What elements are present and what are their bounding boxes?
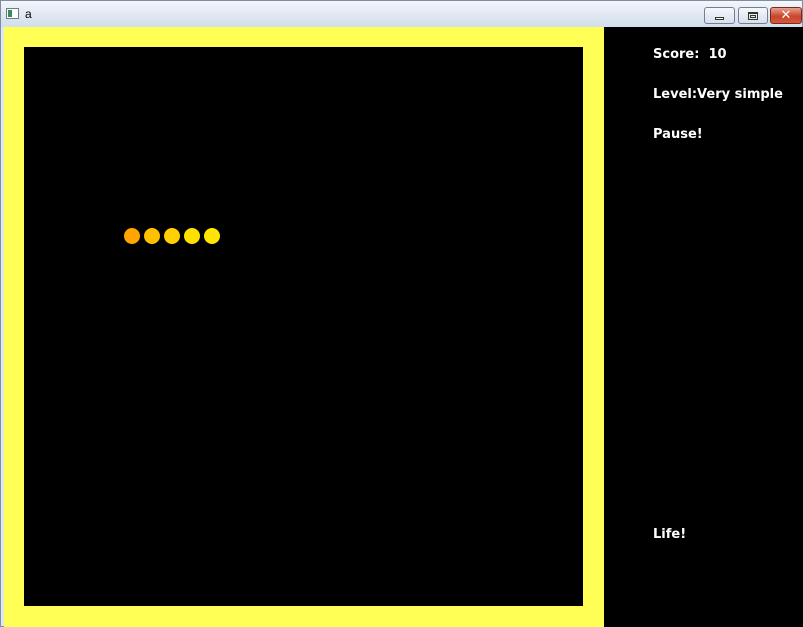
- maximize-button[interactable]: [738, 7, 768, 24]
- snake-segment: [124, 228, 140, 244]
- minimize-button[interactable]: [704, 7, 735, 24]
- game-board[interactable]: [24, 47, 583, 606]
- snake-segment: [184, 228, 200, 244]
- game-border-wall: [4, 27, 604, 627]
- level-label: Level:Very simple: [653, 87, 783, 102]
- game-client-area[interactable]: Score: 10 Level:Very simple Pause! Life!: [4, 27, 803, 627]
- close-button[interactable]: ✕: [770, 7, 802, 24]
- score-label: Score: 10: [653, 47, 727, 62]
- minimize-icon: [715, 17, 724, 20]
- life-label: Life!: [653, 527, 687, 542]
- restore-icon: [748, 11, 758, 20]
- snake-segment: [144, 228, 160, 244]
- app-window-icon[interactable]: [6, 8, 19, 19]
- window-title: a: [25, 7, 32, 21]
- snake-segment: [164, 228, 180, 244]
- pause-status: Pause!: [653, 127, 703, 142]
- close-icon: ✕: [780, 8, 792, 23]
- game-window: a ✕ Score: 10 Level:Very simple Pause! L…: [0, 0, 803, 627]
- title-bar[interactable]: a ✕: [1, 1, 802, 27]
- snake-head: [204, 228, 220, 244]
